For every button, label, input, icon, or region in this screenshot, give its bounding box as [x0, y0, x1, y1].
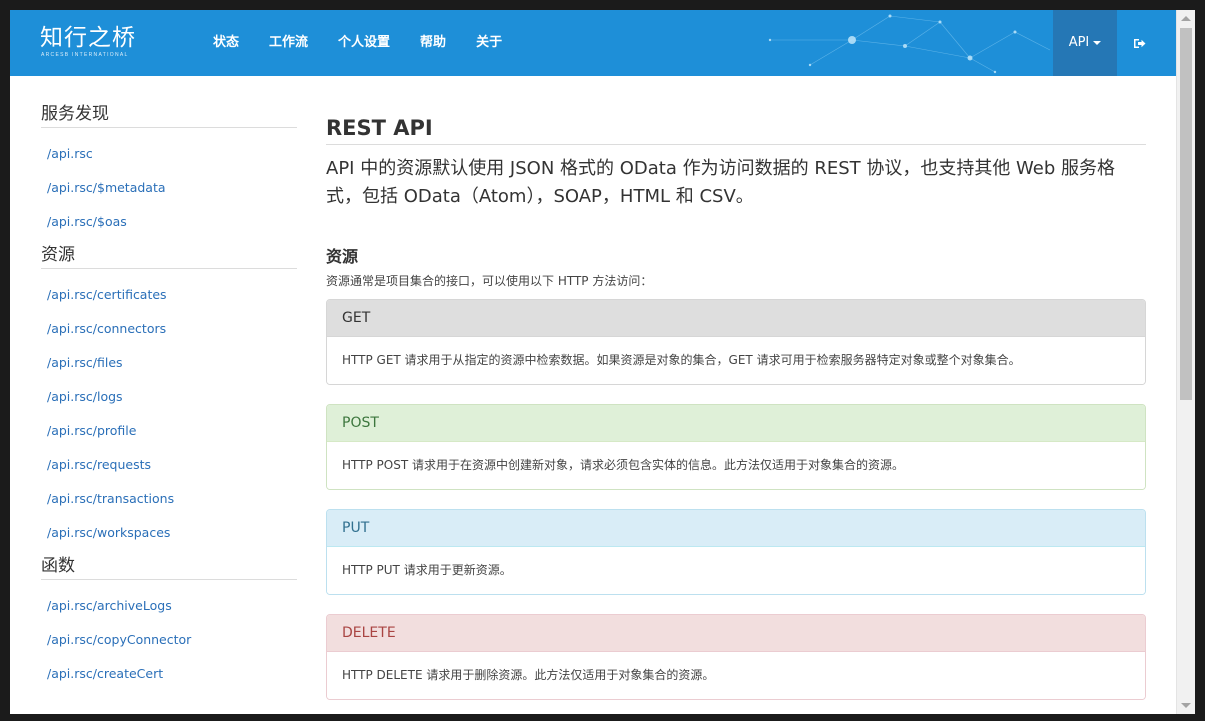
nav-item-workflow[interactable]: 工作流 — [254, 10, 323, 76]
method-panel-put: PUT HTTP PUT 请求用于更新资源。 — [326, 509, 1146, 595]
method-name: DELETE — [327, 615, 1145, 652]
intro-text: API 中的资源默认使用 JSON 格式的 OData 作为访问数据的 REST… — [326, 158, 1116, 207]
api-dropdown[interactable]: API — [1053, 10, 1117, 76]
sidebar: 服务发现 /api.rsc /api.rsc/$metadata /api.rs… — [41, 104, 297, 697]
method-panel-delete: DELETE HTTP DELETE 请求用于删除资源。此方法仅适用于对象集合的… — [326, 614, 1146, 700]
method-description: HTTP POST 请求用于在资源中创建新对象，请求必须包含实体的信息。此方法仅… — [327, 442, 1145, 489]
method-name: PUT — [327, 510, 1145, 547]
sidebar-link[interactable]: /api.rsc/copyConnector — [41, 623, 297, 657]
method-panel-get: GET HTTP GET 请求用于从指定的资源中检索数据。如果资源是对象的集合，… — [326, 299, 1146, 385]
resources-heading: 资源 — [326, 247, 359, 266]
network-decoration — [768, 14, 1051, 74]
nav-item-about[interactable]: 关于 — [461, 10, 517, 76]
nav-item-help[interactable]: 帮助 — [405, 10, 461, 76]
sidebar-link[interactable]: /api.rsc — [41, 137, 297, 171]
browser-viewport: 知行之桥 ARCESB INTERNATIONAL 状态 工作流 个人设置 帮助… — [10, 10, 1195, 714]
sidebar-link[interactable]: /api.rsc/files — [41, 346, 297, 380]
sidebar-heading: 服务发现 — [41, 104, 297, 128]
sidebar-heading: 资源 — [41, 245, 297, 269]
sidebar-link[interactable]: /api.rsc/$oas — [41, 205, 297, 239]
method-description: HTTP DELETE 请求用于删除资源。此方法仅适用于对象集合的资源。 — [327, 652, 1145, 699]
nav-item-status[interactable]: 状态 — [198, 10, 254, 76]
sidebar-link[interactable]: /api.rsc/profile — [41, 414, 297, 448]
caret-down-icon — [1093, 40, 1102, 45]
sidebar-section-resources: 资源 /api.rsc/certificates /api.rsc/connec… — [41, 245, 297, 550]
nav-item-profile[interactable]: 个人设置 — [323, 10, 405, 76]
nav-menu: 状态 工作流 个人设置 帮助 关于 — [198, 10, 517, 76]
brand-subtitle: ARCESB INTERNATIONAL — [41, 52, 129, 58]
sidebar-link[interactable]: /api.rsc/$metadata — [41, 171, 297, 205]
api-dropdown-label: API — [1068, 35, 1090, 50]
resources-description: 资源通常是项目集合的接口，可以使用以下 HTTP 方法访问： — [326, 274, 653, 288]
method-panel-post: POST HTTP POST 请求用于在资源中创建新对象，请求必须包含实体的信息… — [326, 404, 1146, 490]
vertical-scrollbar[interactable] — [1176, 10, 1195, 714]
brand-name: 知行之桥 — [40, 25, 136, 51]
sidebar-link[interactable]: /api.rsc/archiveLogs — [41, 589, 297, 623]
scroll-up-icon[interactable] — [1181, 16, 1191, 21]
sidebar-link[interactable]: /api.rsc/requests — [41, 448, 297, 482]
sidebar-link[interactable]: /api.rsc/logs — [41, 380, 297, 414]
sidebar-link[interactable]: /api.rsc/connectors — [41, 312, 297, 346]
page-title: REST API — [326, 114, 1146, 145]
method-name: POST — [327, 405, 1145, 442]
logout-button[interactable] — [1117, 10, 1161, 76]
sidebar-section-functions: 函数 /api.rsc/archiveLogs /api.rsc/copyCon… — [41, 556, 297, 691]
scrollbar-thumb[interactable] — [1180, 28, 1192, 400]
scroll-down-icon[interactable] — [1181, 703, 1191, 708]
sidebar-link[interactable]: /api.rsc/workspaces — [41, 516, 297, 550]
sidebar-link[interactable]: /api.rsc/createCert — [41, 657, 297, 691]
main-content: REST API API 中的资源默认使用 JSON 格式的 OData 作为访… — [326, 114, 1146, 700]
method-name: GET — [327, 300, 1145, 337]
sidebar-link[interactable]: /api.rsc/transactions — [41, 482, 297, 516]
sidebar-link[interactable]: /api.rsc/certificates — [41, 278, 297, 312]
sidebar-section-discovery: 服务发现 /api.rsc /api.rsc/$metadata /api.rs… — [41, 104, 297, 239]
method-description: HTTP PUT 请求用于更新资源。 — [327, 547, 1145, 594]
top-navbar: 知行之桥 ARCESB INTERNATIONAL 状态 工作流 个人设置 帮助… — [10, 10, 1176, 76]
brand-logo[interactable]: 知行之桥 ARCESB INTERNATIONAL — [40, 24, 136, 59]
sign-out-icon — [1133, 38, 1145, 48]
sidebar-heading: 函数 — [41, 556, 297, 580]
method-description: HTTP GET 请求用于从指定的资源中检索数据。如果资源是对象的集合，GET … — [327, 337, 1145, 384]
